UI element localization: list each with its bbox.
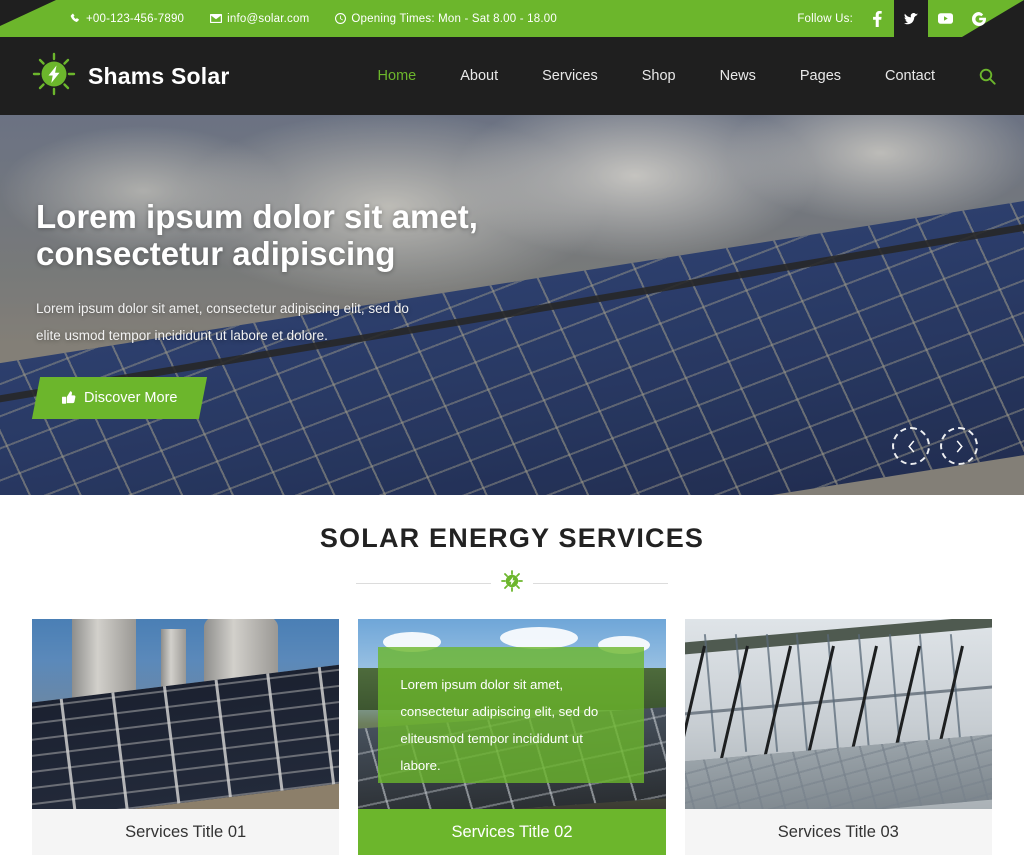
youtube-icon[interactable] — [928, 0, 962, 37]
nav-item-pages[interactable]: Pages — [778, 37, 863, 115]
main-navigation: Home About Services Shop News Pages Cont… — [356, 37, 996, 115]
email-text: info@solar.com — [227, 12, 310, 25]
service-card-title: Services Title 03 — [684, 809, 992, 855]
opening-hours-text: Opening Times: Mon - Sat 8.00 - 18.00 — [351, 12, 557, 25]
email-info[interactable]: info@solar.com — [210, 13, 309, 25]
brand-logo[interactable]: Shams Solar — [32, 52, 230, 101]
sun-bolt-icon — [32, 52, 76, 101]
services-section: SOLAR ENERGY SERVICES Services Title 01 … — [0, 495, 1024, 855]
window-mullion — [796, 634, 809, 752]
divider-line-left — [356, 583, 491, 584]
thumbs-up-icon — [62, 391, 76, 404]
service-card-title: Services Title 01 — [32, 809, 340, 855]
building-roof-shape — [684, 619, 992, 655]
nav-item-contact[interactable]: Contact — [863, 37, 957, 115]
support-brace — [684, 645, 707, 769]
page-root: +00-123-456-7890 info@solar.com Opening … — [0, 0, 1024, 856]
brand-name: Shams Solar — [88, 62, 230, 89]
service-card-image — [684, 619, 992, 809]
hero-subtitle-line2: elite usmod tempor incididunt ut labore … — [36, 327, 328, 343]
service-card[interactable]: Lorem ipsum dolor sit amet, consectetur … — [358, 619, 666, 855]
discover-more-label: Discover More — [84, 389, 178, 406]
facebook-icon[interactable] — [860, 0, 894, 37]
section-divider — [0, 570, 1024, 597]
hero-title-line1: Lorem ipsum dolor sit amet, — [36, 198, 478, 235]
phone-icon — [70, 13, 81, 24]
hero-carousel-controls — [892, 427, 978, 465]
hero-subtitle-line1: Lorem ipsum dolor sit amet, consectetur … — [36, 300, 409, 316]
nav-item-shop[interactable]: Shop — [620, 37, 698, 115]
follow-us-label: Follow Us: — [797, 12, 853, 25]
clock-icon — [335, 13, 347, 24]
sun-bolt-icon — [501, 570, 523, 597]
opening-hours-info: Opening Times: Mon - Sat 8.00 - 18.00 — [335, 13, 557, 25]
services-card-list: Services Title 01 Lorem ipsum dolor sit … — [0, 597, 1024, 855]
twitter-icon[interactable] — [894, 0, 928, 37]
chevron-left-icon[interactable] — [892, 427, 930, 465]
service-card-image — [32, 619, 340, 809]
divider-line-right — [533, 583, 668, 584]
nav-item-news[interactable]: News — [698, 37, 778, 115]
service-card-overlay-text: Lorem ipsum dolor sit amet, consectetur … — [378, 647, 644, 783]
hero-title-line2: consectetur adipiscing — [36, 234, 396, 272]
social-links — [860, 0, 996, 37]
service-card[interactable]: Services Title 01 — [32, 619, 340, 855]
service-card[interactable]: Services Title 03 — [684, 619, 992, 855]
hero-content: Lorem ipsum dolor sit amet, consectetur … — [31, 198, 556, 419]
google-icon[interactable] — [962, 0, 996, 37]
chevron-right-icon[interactable] — [940, 427, 978, 465]
top-info-bar: +00-123-456-7890 info@solar.com Opening … — [0, 0, 1024, 37]
nav-item-services[interactable]: Services — [520, 37, 620, 115]
cloud-shape — [499, 626, 578, 649]
hero-subtitle: Lorem ipsum dolor sit amet, consectetur … — [36, 295, 491, 349]
hero-slider: Lorem ipsum dolor sit amet, consectetur … — [0, 115, 1024, 495]
service-card-title: Services Title 02 — [358, 809, 666, 855]
search-icon[interactable] — [957, 68, 996, 85]
envelope-icon — [210, 13, 223, 24]
phone-info[interactable]: +00-123-456-7890 — [70, 13, 184, 25]
section-title: SOLAR ENERGY SERVICES — [319, 523, 705, 553]
hero-title: Lorem ipsum dolor sit amet, consectetur … — [36, 198, 556, 273]
nav-item-home[interactable]: Home — [356, 37, 439, 115]
phone-text: +00-123-456-7890 — [86, 12, 185, 25]
service-card-image: Lorem ipsum dolor sit amet, consectetur … — [358, 619, 666, 809]
main-header: Shams Solar Home About Services Shop New… — [0, 37, 1024, 115]
nav-item-about[interactable]: About — [438, 37, 520, 115]
discover-more-button[interactable]: Discover More — [31, 376, 208, 419]
